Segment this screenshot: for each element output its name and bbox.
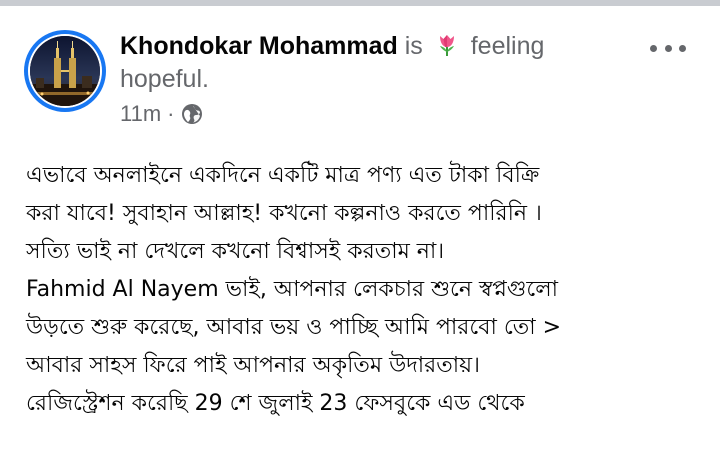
- author-name[interactable]: Khondokar Mohammad: [120, 32, 398, 60]
- post-body-line: সত্যি ভাই না দেখলে কখনো বিশ্বাসই করতাম ন…: [26, 239, 445, 264]
- avatar-story-ring[interactable]: [24, 30, 106, 112]
- post-body-line: আবার সাহস ফিরে পাই আপনার অকৃতিম উদারতায়…: [26, 353, 480, 378]
- more-dot-icon: [679, 44, 686, 52]
- top-divider: [0, 0, 720, 6]
- facebook-post: Khondokar Mohammad is feeling hopeful. 1…: [0, 0, 720, 460]
- globe-icon[interactable]: [181, 103, 203, 125]
- post-meta: 11m ·: [120, 101, 203, 127]
- post-body-line: এভাবে অনলাইনে একদিনে একটি মাত্র পণ্য এত …: [26, 163, 540, 188]
- post-body: এভাবে অনলাইনে একদিনে একটি মাত্র পণ্য এত …: [26, 157, 706, 423]
- post-body-line: উড়তে শুরু করেছে, আবার ভয় ও পাচ্ছি আমি …: [26, 315, 562, 340]
- activity-prefix: is: [404, 32, 423, 60]
- city-skyline-image: [30, 36, 100, 106]
- more-dot-icon: [650, 44, 657, 52]
- more-dot-icon: [664, 44, 672, 52]
- meta-separator: ·: [167, 101, 175, 126]
- more-options-button[interactable]: [650, 38, 686, 58]
- post-body-line: করা যাবে! সুবাহান আল্লাহ! কখনো কল্পনাও ক…: [26, 201, 542, 226]
- post-timestamp[interactable]: 11m: [120, 101, 161, 127]
- avatar[interactable]: [30, 36, 100, 106]
- post-body-line: রেজিস্ট্রেশন করেছি 29 শে জুলাই 23 ফেসবুক…: [26, 391, 525, 416]
- post-body-line: Fahmid Al Nayem ভাই, আপনার লেকচার শুনে স…: [26, 277, 558, 302]
- post-header: Khondokar Mohammad is feeling hopeful.: [120, 30, 640, 96]
- tulip-emoji-icon: [439, 35, 454, 56]
